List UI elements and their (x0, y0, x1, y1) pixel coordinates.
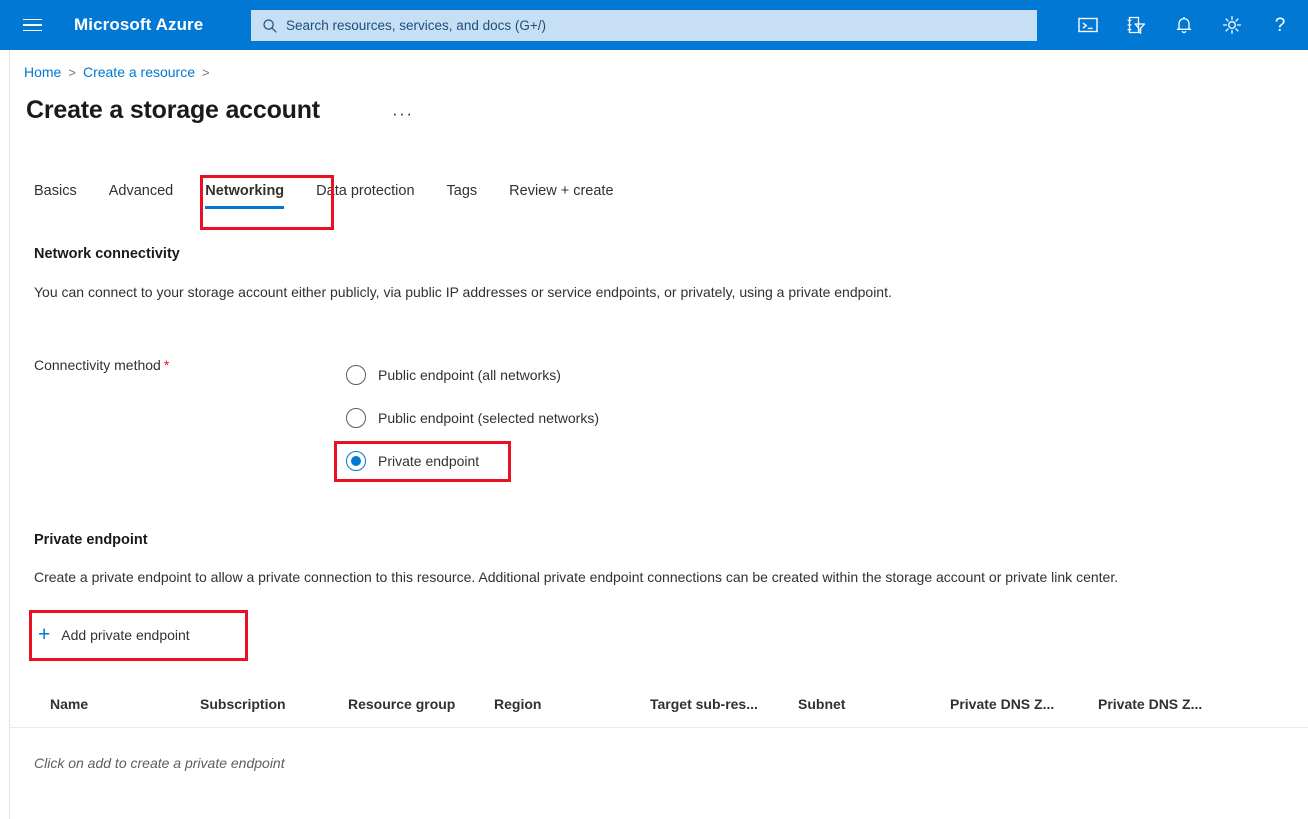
breadcrumb-separator: > (202, 64, 210, 80)
breadcrumb-item-create-a-resource[interactable]: Create a resource (83, 64, 195, 80)
radio-option-label: Public endpoint (selected networks) (378, 409, 600, 426)
settings-gear-icon[interactable] (1208, 0, 1256, 50)
tab-networking[interactable]: Networking (205, 183, 285, 209)
radio-option-label: Public endpoint (all networks) (378, 366, 561, 383)
column-header-resource-group[interactable]: Resource group (348, 696, 494, 712)
column-header-name[interactable]: Name (10, 696, 200, 712)
column-header-region[interactable]: Region (494, 696, 650, 712)
search-input[interactable] (286, 18, 1006, 33)
network-connectivity-description: You can connect to your storage account … (34, 284, 892, 300)
azure-top-bar: Microsoft Azure Search resources, servic… (0, 0, 1308, 50)
network-connectivity-heading: Network connectivity (34, 246, 180, 262)
connectivity-method-radio-group: Public endpoint (all networks) Public en… (346, 360, 599, 475)
breadcrumb: Home > Create a resource > (24, 64, 217, 80)
breadcrumb-separator: > (68, 64, 76, 80)
tab-tags[interactable]: Tags (447, 183, 478, 209)
hamburger-icon[interactable] (8, 0, 56, 50)
tab-label: Networking (205, 183, 285, 199)
top-bar-icon-group: ? (1064, 0, 1304, 50)
column-header-subscription[interactable]: Subscription (200, 696, 348, 712)
global-search-box[interactable] (251, 10, 1037, 41)
table-header-row: Name Subscription Resource group Region … (10, 680, 1308, 728)
help-question-icon[interactable]: ? (1256, 0, 1304, 50)
azure-brand-label[interactable]: Microsoft Azure (74, 15, 203, 35)
plus-icon: + (38, 623, 51, 646)
radio-option-label: Private endpoint (378, 452, 480, 469)
required-asterisk: * (163, 357, 170, 373)
tab-review-create[interactable]: Review + create (509, 183, 613, 209)
radio-button-selected[interactable] (346, 450, 366, 471)
tab-label: Tags (446, 183, 478, 199)
tab-basics[interactable]: Basics (34, 183, 77, 209)
tab-label: Data protection (316, 183, 415, 199)
tab-advanced[interactable]: Advanced (109, 183, 174, 209)
radio-option-private-endpoint[interactable]: Private endpoint (346, 446, 599, 475)
radio-button[interactable] (346, 364, 366, 385)
add-private-endpoint-label: Add private endpoint (61, 627, 190, 643)
column-header-target-sub-resource[interactable]: Target sub-res... (650, 696, 798, 712)
tab-data-protection[interactable]: Data protection (316, 183, 414, 209)
private-endpoints-table: Name Subscription Resource group Region … (10, 680, 1308, 771)
more-actions-button[interactable]: ··· (392, 104, 413, 124)
tab-label: Basics (34, 183, 77, 199)
tab-active-underline (205, 206, 285, 209)
directory-filter-icon[interactable] (1112, 0, 1160, 50)
tab-label: Review + create (509, 183, 614, 199)
notifications-bell-icon[interactable] (1160, 0, 1208, 50)
radio-button[interactable] (346, 407, 366, 428)
column-header-private-dns-zone-1[interactable]: Private DNS Z... (950, 696, 1098, 712)
radio-option-public-endpoint-selected-networks[interactable]: Public endpoint (selected networks) (346, 403, 599, 432)
connectivity-method-label: Connectivity method * (34, 357, 169, 373)
column-header-private-dns-zone-2[interactable]: Private DNS Z... (1098, 696, 1268, 712)
breadcrumb-item-home[interactable]: Home (24, 64, 61, 80)
private-endpoint-description: Create a private endpoint to allow a pri… (34, 569, 1119, 585)
search-icon (262, 18, 278, 34)
column-header-subnet[interactable]: Subnet (798, 696, 950, 712)
private-endpoint-heading: Private endpoint (34, 532, 148, 548)
svg-text:?: ? (1275, 15, 1286, 36)
table-empty-message: Click on add to create a private endpoin… (34, 755, 285, 771)
add-private-endpoint-button[interactable]: + Add private endpoint (38, 619, 190, 651)
page-title: Create a storage account (26, 96, 320, 124)
radio-option-public-endpoint-all-networks[interactable]: Public endpoint (all networks) (346, 360, 599, 389)
tab-label: Advanced (108, 183, 174, 199)
cloud-shell-icon[interactable] (1064, 0, 1112, 50)
wizard-tab-bar: Basics Advanced Networking Data protecti… (34, 183, 646, 223)
connectivity-method-label-text: Connectivity method (34, 357, 161, 373)
